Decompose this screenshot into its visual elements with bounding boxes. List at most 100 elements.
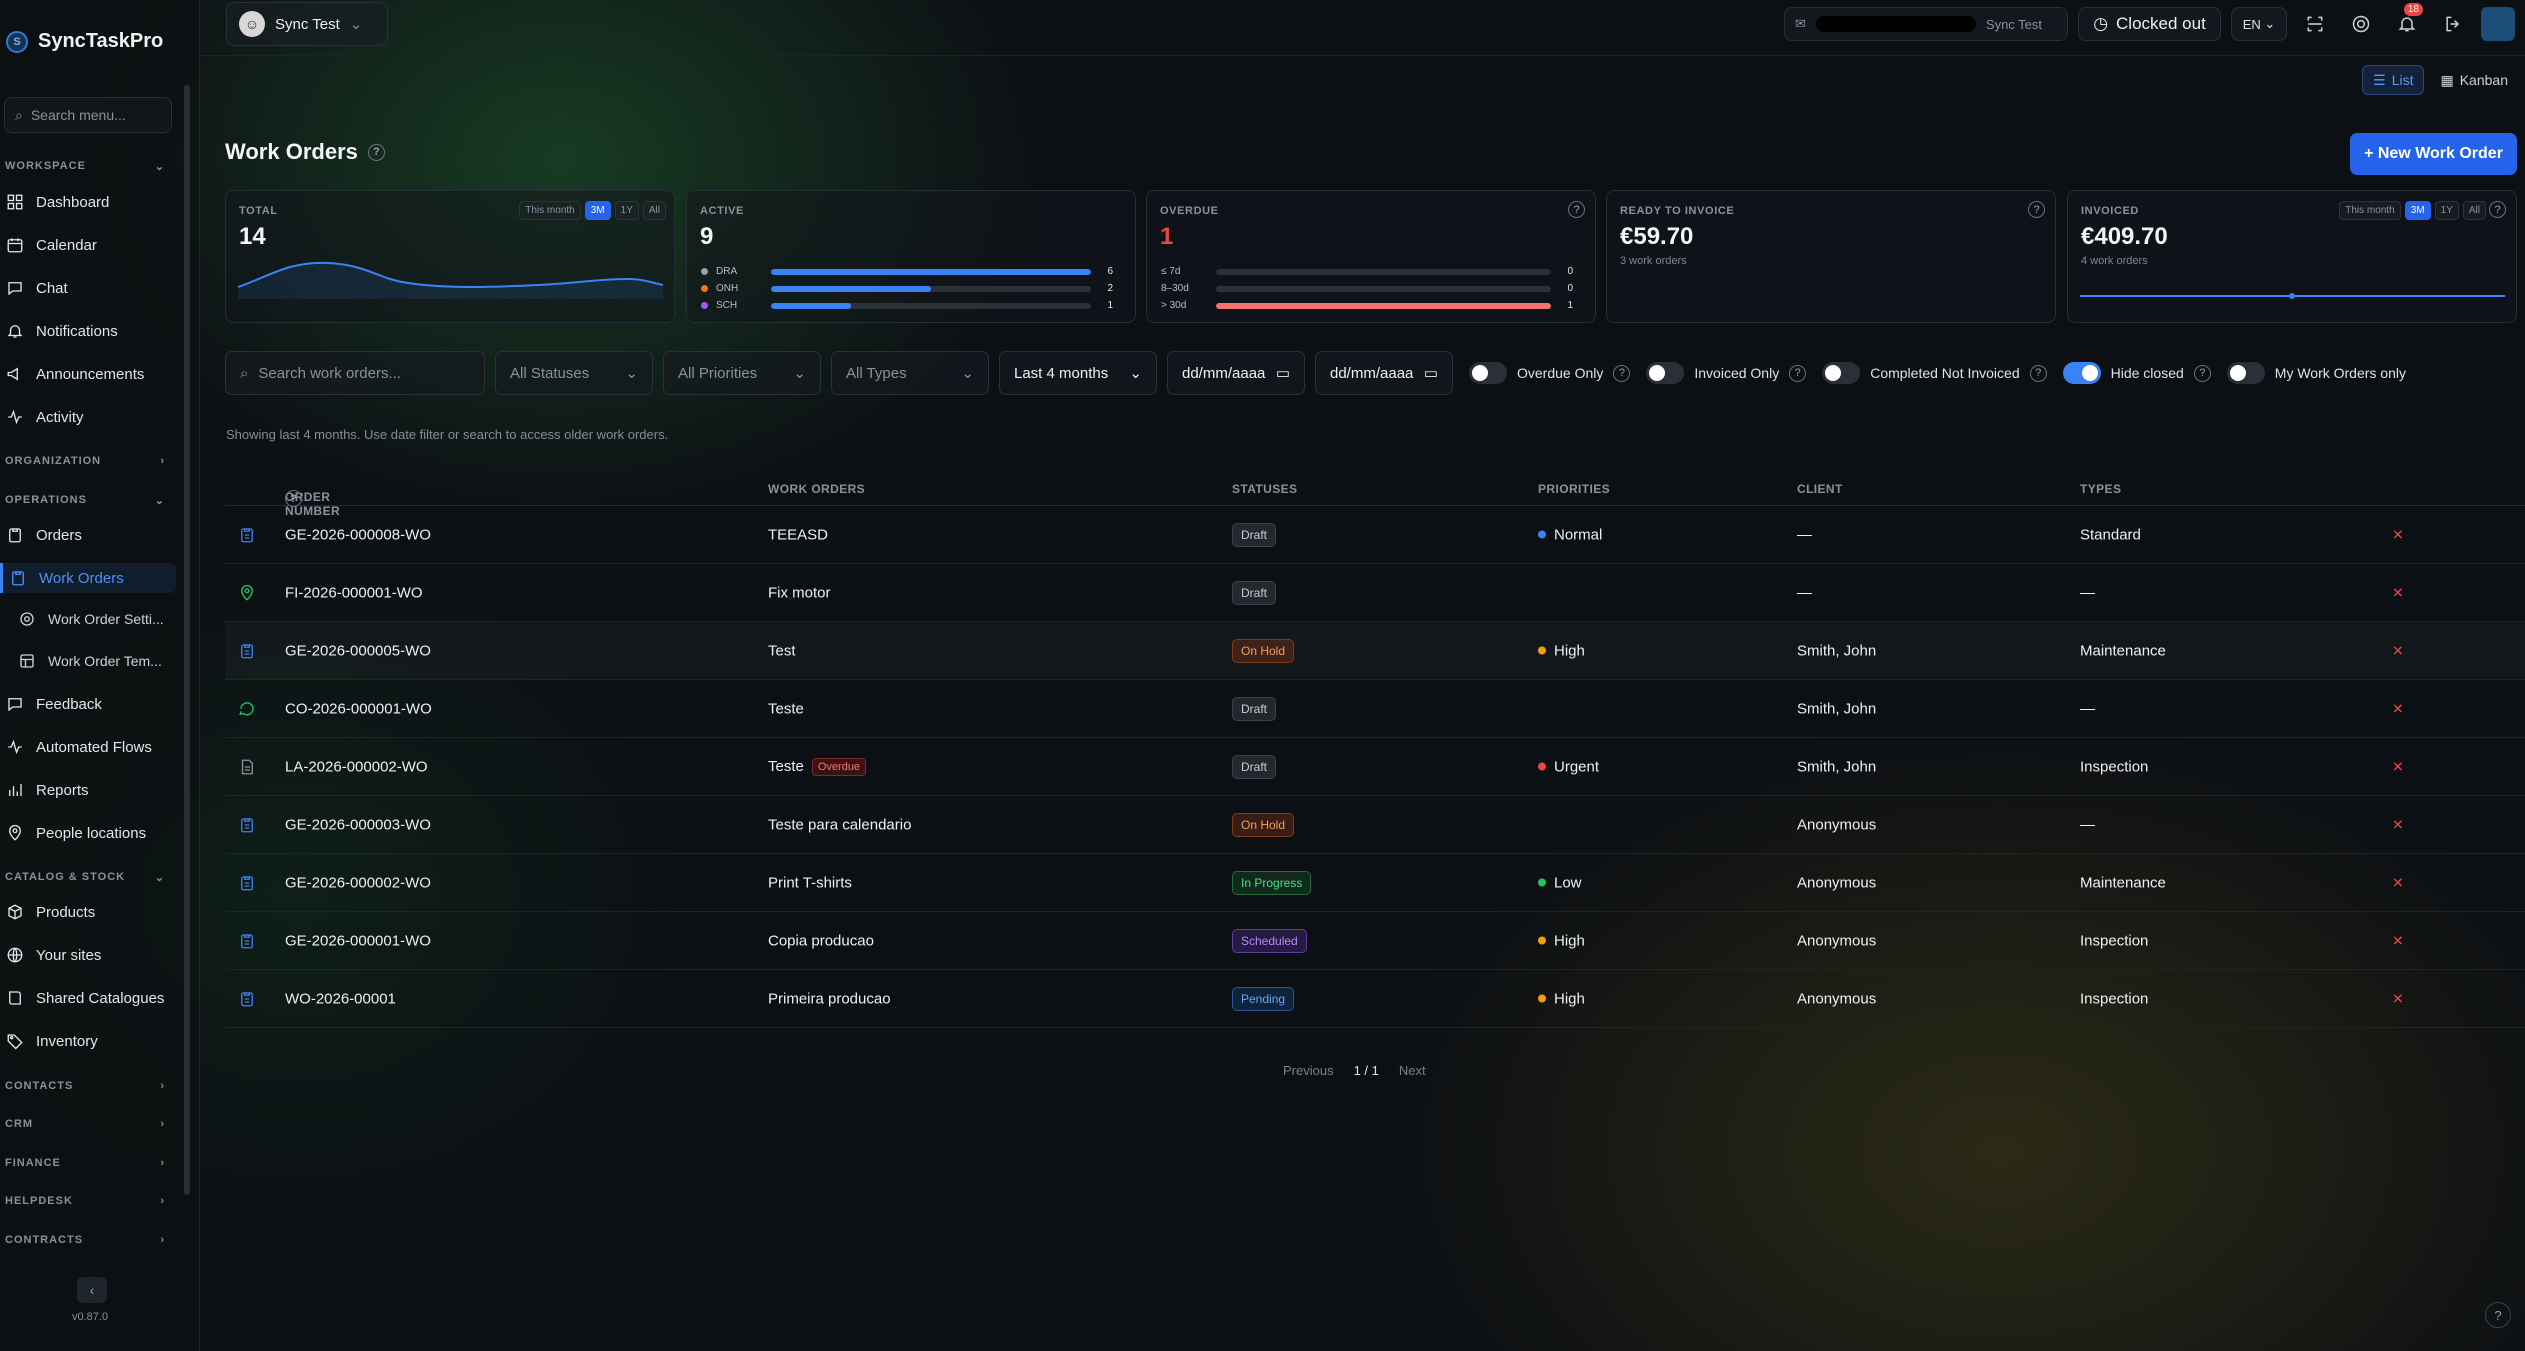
priority-select[interactable]: All Priorities ⌄ [663,351,821,395]
sidebar-item-activity[interactable]: Activity [6,402,84,432]
delete-icon[interactable]: ✕ [2392,758,2404,775]
status-select[interactable]: All Statuses ⌄ [495,351,653,395]
toggle-switch[interactable] [2062,362,2101,384]
help-icon[interactable]: ? [367,143,385,161]
list-view-button[interactable]: ☰ List [2362,65,2425,95]
toggle-switch[interactable] [2226,362,2265,384]
section-crm[interactable]: CRM › [5,1118,165,1130]
sidebar-item-dashboard[interactable]: Dashboard [6,187,109,217]
help-icon[interactable]: ? [2028,201,2045,218]
table-row[interactable]: GE-2026-000001-WO Copia producao Scheduled… [225,912,2525,970]
sidebar-item-shared-catalogues[interactable]: Shared Catalogues [6,983,164,1013]
order-number[interactable]: GE-2026-000003-WO [285,816,431,833]
order-number[interactable]: GE-2026-000005-WO [285,642,431,659]
sidebar-item-notifications[interactable]: Notifications [6,316,118,346]
help-icon[interactable]: ? [2489,201,2506,218]
profile-avatar[interactable] [2481,7,2515,41]
search-work-orders-input[interactable]: ⌕ Search work orders... [225,351,485,395]
brand[interactable]: S SyncTaskPro [6,30,163,53]
period-option[interactable]: 3M [2404,201,2431,220]
delete-icon[interactable]: ✕ [2392,700,2404,717]
section-workspace[interactable]: WORKSPACE ⌄ [5,160,165,173]
date-to-input[interactable]: dd/mm/aaaa ▭ [1315,351,1453,395]
order-number[interactable]: WO-2026-00001 [285,990,396,1007]
sidebar-scrollbar[interactable] [184,85,190,1195]
sidebar-item-work-orders[interactable]: Work Orders [0,563,176,593]
workspace-switcher[interactable]: ☺ Sync Test ⌄ [226,2,388,46]
period-option[interactable]: This month [519,201,581,220]
table-row[interactable]: WO-2026-00001 Primeira producao Pending Hig… [225,970,2525,1028]
date-from-input[interactable]: dd/mm/aaaa ▭ [1167,351,1305,395]
section-contracts[interactable]: CONTRACTS › [5,1234,165,1246]
table-row[interactable]: CO-2026-000001-WO Teste Draft Smith, John — ✕ [225,680,2525,738]
section-catalog[interactable]: CATALOG & STOCK ⌄ [5,871,165,884]
section-helpdesk[interactable]: HELPDESK › [5,1195,165,1207]
table-row[interactable]: GE-2026-000008-WO TEEASD Draft Normal — Stand… [225,506,2525,564]
delete-icon[interactable]: ✕ [2392,584,2404,601]
order-number[interactable]: GE-2026-000002-WO [285,874,431,891]
period-option[interactable]: 1Y [2434,201,2459,220]
clock-status-button[interactable]: ◷ Clocked out [2078,7,2221,41]
language-select[interactable]: EN ⌄ [2231,7,2287,41]
sidebar-item-work-order-settings[interactable]: Work Order Setti... [18,604,164,634]
delete-icon[interactable]: ✕ [2392,874,2404,891]
sidebar-item-chat[interactable]: Chat [6,273,68,303]
section-contacts[interactable]: CONTACTS › [5,1080,165,1092]
scan-button[interactable] [2297,7,2333,41]
hide-closed-toggle[interactable]: Hide closed? [2062,362,2211,384]
help-floating-button[interactable]: ? [2485,1302,2511,1328]
sidebar-item-calendar[interactable]: Calendar [6,230,97,260]
logout-button[interactable] [2435,7,2471,41]
period-option[interactable]: All [642,201,666,220]
support-button[interactable] [2343,7,2379,41]
order-number[interactable]: LA-2026-000002-WO [285,758,428,775]
toggle-switch[interactable] [1646,362,1685,384]
section-organization[interactable]: ORGANIZATION › [5,455,165,467]
invoiced-only-toggle[interactable]: Invoiced Only? [1646,362,1807,384]
table-row[interactable]: GE-2026-000002-WO Print T-shirts In Progre… [225,854,2525,912]
section-finance[interactable]: FINANCE › [5,1157,165,1169]
help-icon[interactable]: ? [1789,364,1807,382]
type-select[interactable]: All Types ⌄ [831,351,989,395]
sidebar-item-your-sites[interactable]: Your sites [6,940,101,970]
order-number[interactable]: FI-2026-000001-WO [285,584,423,601]
column-priorities[interactable]: PRIORITIES [1538,482,1610,496]
sidebar-item-work-order-templates[interactable]: Work Order Tem... [18,646,162,676]
help-icon[interactable]: ? [285,490,302,507]
period-option[interactable]: All [2462,201,2486,220]
table-row[interactable]: GE-2026-000005-WO Test On Hold High Smith, J… [225,622,2525,680]
toggle-switch[interactable] [1469,362,1507,384]
range-select[interactable]: Last 4 months ⌄ [999,351,1157,395]
next-page-button[interactable]: Next [1399,1063,1426,1078]
notifications-button[interactable]: 18 [2389,3,2425,41]
delete-icon[interactable]: ✕ [2392,932,2404,949]
sidebar-item-orders[interactable]: Orders [6,520,82,550]
delete-icon[interactable]: ✕ [2392,642,2404,659]
sidebar-item-announcements[interactable]: Announcements [6,359,144,389]
delete-icon[interactable]: ✕ [2392,990,2404,1007]
menu-search-input[interactable]: ⌕ Search menu... [4,97,172,133]
period-option[interactable]: 1Y [614,201,639,220]
section-operations[interactable]: OPERATIONS ⌄ [5,494,165,507]
help-icon[interactable]: ? [2193,364,2211,382]
new-work-order-button[interactable]: + New Work Order [2350,133,2517,175]
sidebar-item-reports[interactable]: Reports [6,775,89,805]
column-types[interactable]: TYPES [2080,482,2121,496]
period-option[interactable]: This month [2339,201,2401,220]
table-row[interactable]: FI-2026-000001-WO Fix motor Draft — — ✕ [225,564,2525,622]
sidebar-item-people-locations[interactable]: People locations [6,818,146,848]
help-icon[interactable]: ? [1568,201,1585,218]
column-work-orders[interactable]: WORK ORDERS [768,482,865,496]
column-client[interactable]: CLIENT [1797,482,1843,496]
help-icon[interactable]: ? [1613,364,1631,382]
collapse-sidebar-button[interactable]: ‹ [77,1277,107,1303]
order-number[interactable]: GE-2026-000001-WO [285,932,431,949]
delete-icon[interactable]: ✕ [2392,526,2404,543]
sidebar-item-automated-flows[interactable]: Automated Flows [6,732,152,762]
help-icon[interactable]: ? [2029,364,2047,382]
column-statuses[interactable]: STATUSES [1232,482,1297,496]
overdue-only-toggle[interactable]: Overdue Only? [1469,362,1631,384]
email-pill[interactable]: ✉ Sync Test [1784,7,2068,41]
order-number[interactable]: GE-2026-000008-WO [285,526,431,543]
delete-icon[interactable]: ✕ [2392,816,2404,833]
